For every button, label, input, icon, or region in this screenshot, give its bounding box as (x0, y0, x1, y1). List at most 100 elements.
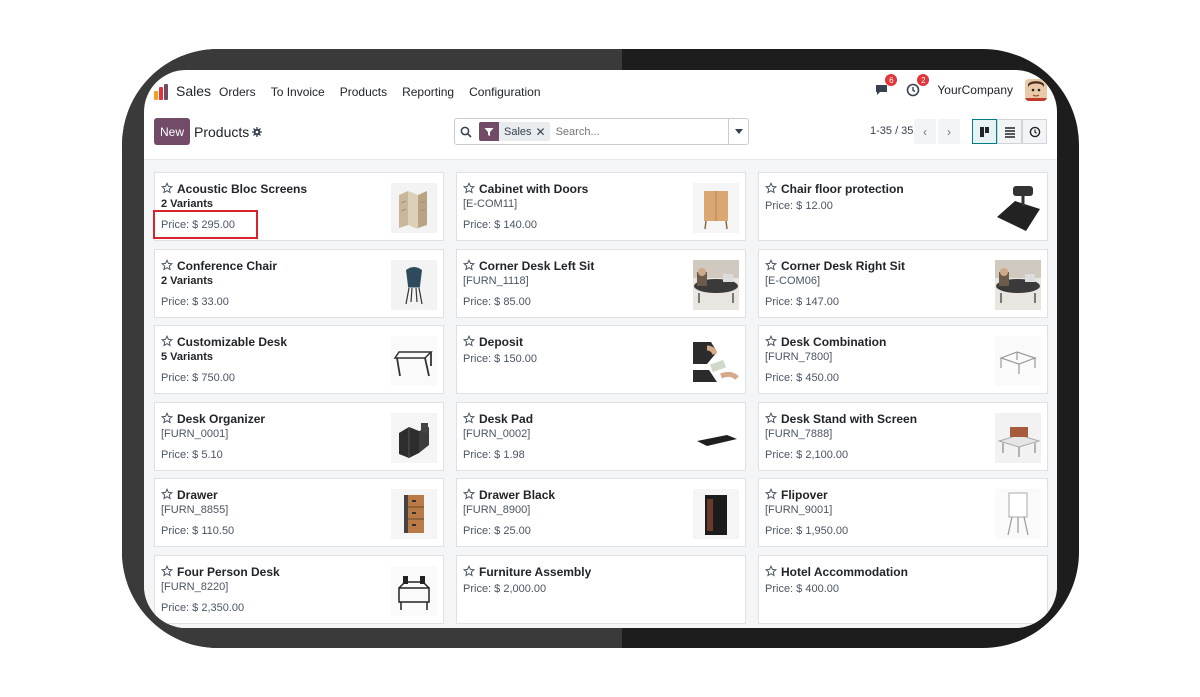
pager-previous-button[interactable]: ‹ (914, 119, 936, 144)
favorite-star-icon[interactable] (462, 487, 476, 505)
product-name: Desk Stand with Screen (781, 412, 918, 426)
favorite-star-icon[interactable] (462, 334, 476, 352)
desk-combo-image (995, 333, 1041, 388)
product-card[interactable]: Corner Desk Right Sit [E-COM06] Price: $ 1… (758, 249, 1048, 318)
product-card[interactable]: Customizable Desk 5 Variants Price: $ 750.… (154, 325, 444, 394)
product-reference: [FURN_8900] (463, 504, 531, 516)
menu-reporting[interactable]: Reporting (402, 85, 454, 99)
product-card[interactable]: Cabinet with Doors [E-COM11] Price: $ 140.… (456, 172, 746, 241)
gear-icon[interactable] (252, 127, 263, 137)
deposit-image (693, 333, 739, 388)
view-switcher (972, 119, 1047, 144)
chat-icon (875, 85, 887, 95)
favorite-star-icon[interactable] (764, 411, 778, 429)
product-card[interactable]: Flipover [FURN_9001] Price: $ 1,950.00 (758, 478, 1048, 547)
new-button[interactable]: New (154, 118, 190, 145)
pager-next-button[interactable]: › (938, 119, 960, 144)
favorite-star-icon[interactable] (462, 564, 476, 582)
app-name[interactable]: Sales (176, 83, 211, 99)
list-view-button[interactable] (997, 119, 1022, 144)
favorite-star-icon[interactable] (160, 258, 174, 276)
screens-image (391, 180, 437, 235)
search-options-toggle[interactable] (728, 119, 748, 144)
pager-value[interactable]: 1-35 / 35 (870, 125, 913, 137)
control-panel: New Products Sales ✕ 1-35 / 35 ‹ › (144, 114, 1057, 158)
product-name: Flipover (781, 488, 828, 502)
product-price: Price: $ 750.00 (161, 372, 235, 384)
favorite-star-icon[interactable] (764, 334, 778, 352)
product-card[interactable]: Conference Chair 2 Variants Price: $ 33.00 (154, 249, 444, 318)
search-input[interactable] (555, 121, 728, 142)
chair-image (391, 257, 437, 312)
messages-button[interactable]: 6 (871, 74, 898, 100)
product-card[interactable]: Deposit Price: $ 150.00 (456, 325, 746, 394)
product-price: Price: $ 150.00 (463, 353, 537, 365)
product-price: Price: $ 85.00 (463, 296, 531, 308)
product-name: Cabinet with Doors (479, 182, 589, 196)
favorite-star-icon[interactable] (462, 181, 476, 199)
favorite-star-icon[interactable] (160, 564, 174, 582)
product-name: Acoustic Bloc Screens (177, 182, 308, 196)
organizer-image (391, 410, 437, 465)
product-name: Four Person Desk (177, 565, 280, 579)
product-card[interactable]: Acoustic Bloc Screens 2 Variants Price: $ … (154, 172, 444, 241)
product-card[interactable]: Corner Desk Left Sit [FURN_1118] Price: $ … (456, 249, 746, 318)
activities-button[interactable]: 2 (903, 74, 930, 100)
product-name: Desk Combination (781, 335, 887, 349)
kanban-view-button[interactable] (972, 119, 997, 144)
product-card[interactable]: Four Person Desk [FURN_8220] Price: $ 2,35… (154, 555, 444, 624)
drawer-image (391, 486, 437, 541)
product-reference: [E-COM06] (765, 275, 821, 287)
activity-view-button[interactable] (1022, 119, 1047, 144)
favorite-star-icon[interactable] (462, 411, 476, 429)
product-card[interactable]: Chair floor protection Price: $ 12.00 (758, 172, 1048, 241)
product-price: Price: $ 400.00 (765, 583, 839, 595)
favorite-star-icon[interactable] (764, 564, 778, 582)
favorite-star-icon[interactable] (462, 258, 476, 276)
favorite-star-icon[interactable] (160, 411, 174, 429)
floor-mat-image (995, 180, 1041, 235)
product-card[interactable]: Desk Stand with Screen [FURN_7888] Price: … (758, 402, 1048, 471)
product-card[interactable]: Desk Organizer [FURN_0001] Price: $ 5.10 (154, 402, 444, 471)
favorite-star-icon[interactable] (160, 334, 174, 352)
activities-badge: 2 (917, 74, 930, 86)
facet-remove-button[interactable]: ✕ (536, 125, 550, 139)
favorite-star-icon[interactable] (764, 487, 778, 505)
desk-photo-image (995, 257, 1041, 312)
product-card[interactable]: Drawer Black [FURN_8900] Price: $ 25.00 (456, 478, 746, 547)
product-name: Conference Chair (177, 259, 278, 273)
product-reference: [FURN_0002] (463, 428, 531, 440)
menu-configuration[interactable]: Configuration (469, 85, 540, 99)
facet-label: Sales (504, 125, 532, 138)
page-title: Products (194, 124, 250, 140)
favorite-star-icon[interactable] (160, 181, 174, 199)
pager-buttons: ‹ › (914, 119, 960, 144)
messages-badge: 6 (885, 74, 898, 86)
product-price: Price: $ 2,100.00 (765, 449, 849, 461)
product-price: Price: $ 25.00 (463, 525, 531, 537)
favorite-star-icon[interactable] (764, 258, 778, 276)
product-price: Price: $ 2,350.00 (161, 602, 245, 614)
product-card[interactable]: Hotel Accommodation Price: $ 400.00 (758, 555, 1048, 624)
product-name: Customizable Desk (177, 335, 288, 349)
menu-products[interactable]: Products (340, 85, 387, 99)
product-price: Price: $ 1.98 (463, 449, 525, 461)
product-card[interactable]: Furniture Assembly Price: $ 2,000.00 (456, 555, 746, 624)
product-name: Desk Organizer (177, 412, 266, 426)
menu-to-invoice[interactable]: To Invoice (271, 85, 325, 99)
product-price: Price: $ 295.00 (161, 219, 235, 231)
sales-app-icon[interactable] (154, 84, 170, 100)
user-avatar[interactable] (1025, 79, 1047, 101)
product-card[interactable]: Drawer [FURN_8855] Price: $ 110.50 (154, 478, 444, 547)
favorite-star-icon[interactable] (764, 181, 778, 199)
product-name: Hotel Accommodation (781, 565, 908, 579)
menu-orders[interactable]: Orders (219, 85, 256, 99)
product-card[interactable]: Desk Pad [FURN_0002] Price: $ 1.98 (456, 402, 746, 471)
favorite-star-icon[interactable] (160, 487, 174, 505)
product-price: Price: $ 2,000.00 (463, 583, 547, 595)
product-reference: [FURN_0001] (161, 428, 229, 440)
company-switcher[interactable]: YourCompany (937, 83, 1013, 97)
product-card[interactable]: Desk Combination [FURN_7800] Price: $ 450.… (758, 325, 1048, 394)
drawer-black-image (693, 486, 739, 541)
caret-down-icon (734, 129, 743, 134)
